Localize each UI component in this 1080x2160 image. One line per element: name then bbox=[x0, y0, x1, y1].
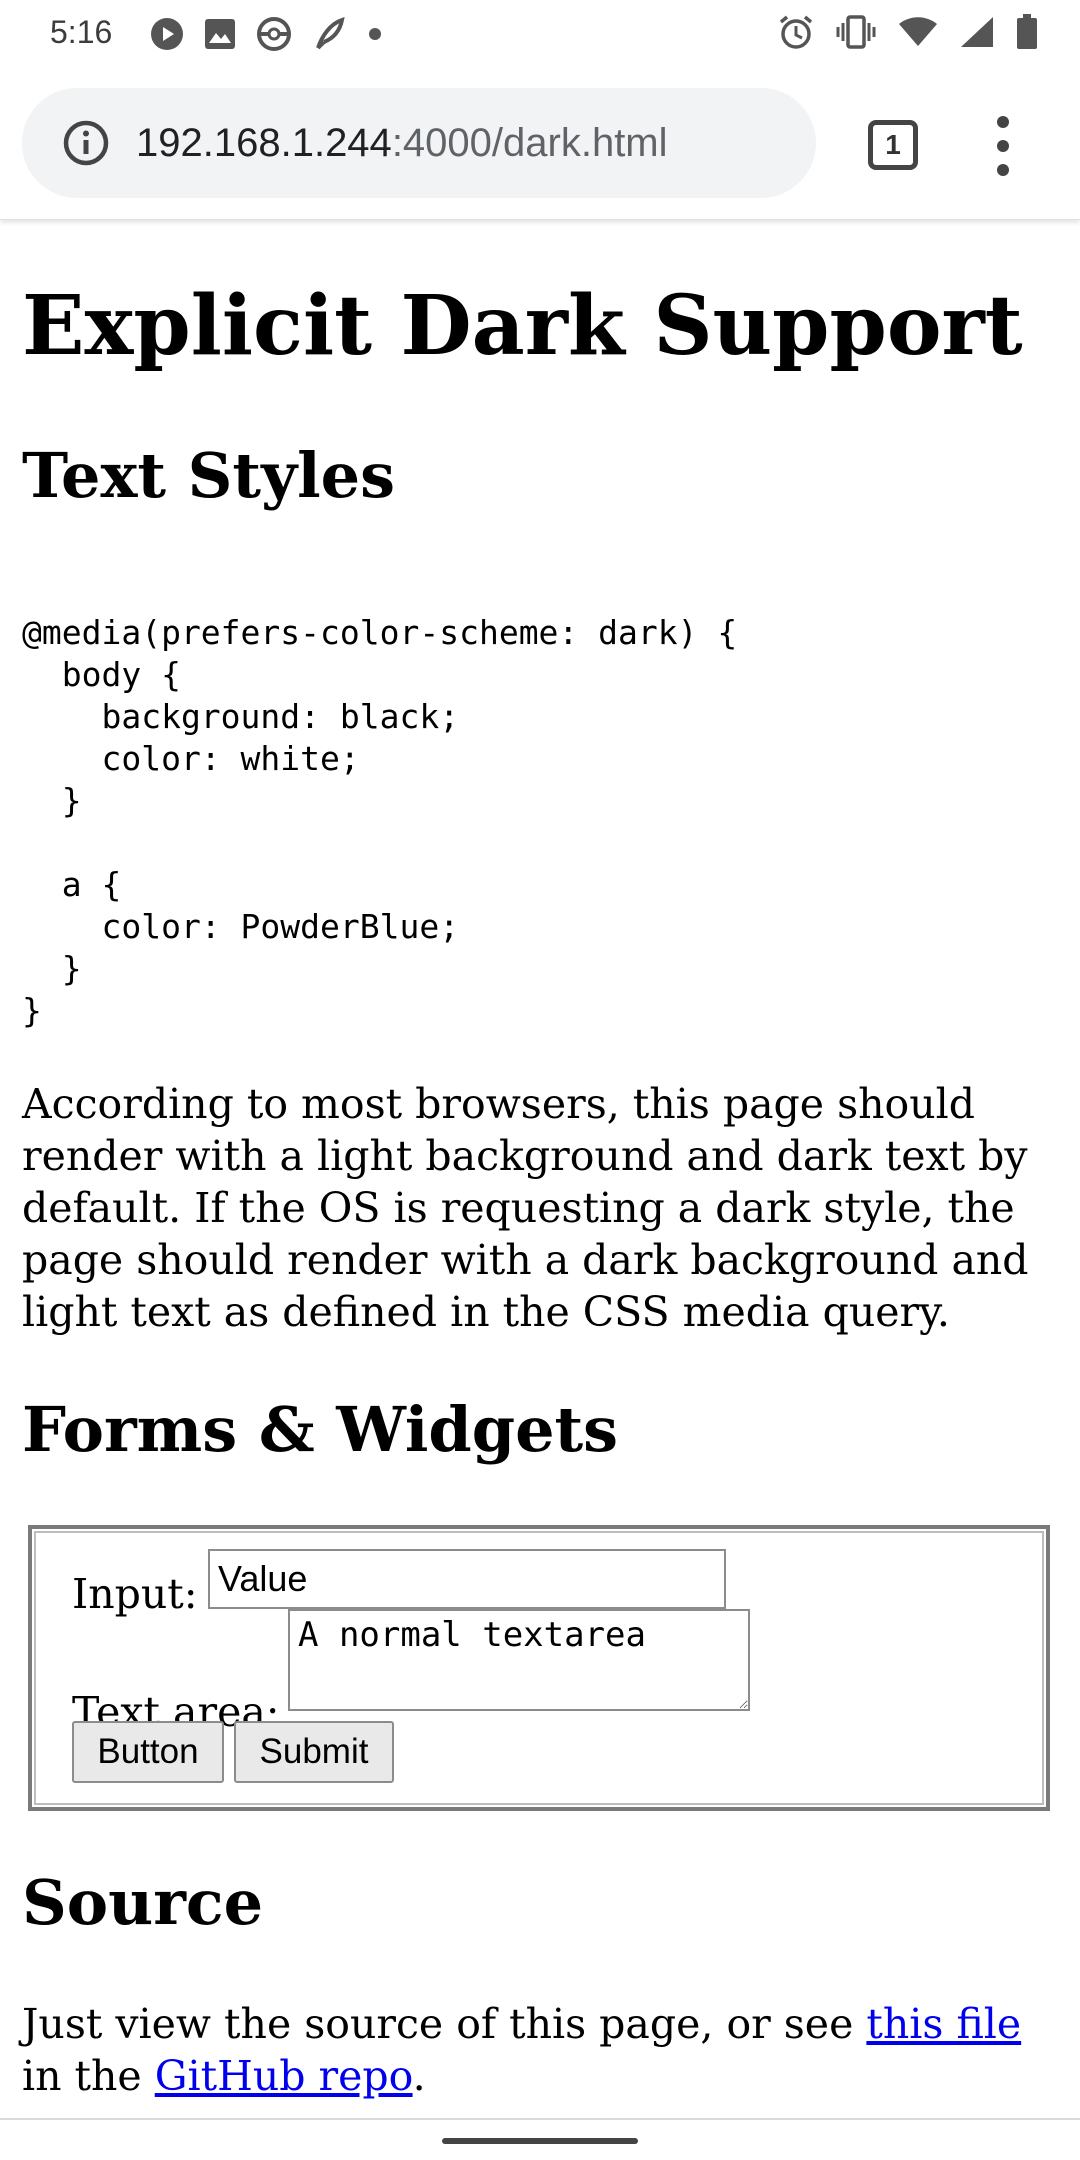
url-path: :4000/dark.html bbox=[391, 121, 668, 165]
dot-icon bbox=[369, 28, 381, 40]
description-paragraph: According to most browsers, this page sh… bbox=[22, 1080, 1029, 1336]
heading-source: Source bbox=[22, 1866, 264, 1939]
tab-switcher-button[interactable]: 1 bbox=[868, 120, 918, 170]
url-host: 192.168.1.244 bbox=[136, 121, 392, 165]
source-paragraph: Just view the source of this page, or se… bbox=[22, 1998, 1058, 2102]
input-label: Input: bbox=[72, 1570, 198, 1618]
status-time: 5:16 bbox=[50, 14, 113, 50]
alarm-icon bbox=[779, 15, 813, 49]
status-bar: 5:16 bbox=[0, 0, 1080, 66]
submit-button[interactable]: Submit bbox=[234, 1721, 394, 1783]
battery-icon bbox=[1017, 14, 1037, 49]
source-text-after: . bbox=[412, 2052, 426, 2100]
textarea-field[interactable]: A normal textarea bbox=[288, 1609, 750, 1711]
url-text[interactable]: 192.168.1.244:4000/dark.html bbox=[136, 116, 668, 170]
feather-icon bbox=[316, 17, 345, 50]
source-text-middle: in the bbox=[22, 2052, 155, 2100]
bottom-divider bbox=[0, 2118, 1080, 2120]
pokeball-icon bbox=[257, 17, 291, 51]
menu-more-icon[interactable] bbox=[990, 116, 1016, 176]
form-fieldset: Input: Text area: A normal textarea Butt… bbox=[28, 1525, 1050, 1811]
vibrate-icon bbox=[836, 15, 876, 49]
status-left-icons bbox=[150, 16, 382, 52]
browser-toolbar: 192.168.1.244:4000/dark.html 1 bbox=[0, 66, 1080, 220]
info-icon[interactable] bbox=[62, 119, 110, 167]
heading-forms-widgets: Forms & Widgets bbox=[22, 1393, 619, 1466]
github-repo-link[interactable]: GitHub repo bbox=[155, 2052, 413, 2100]
heading-text-styles: Text Styles bbox=[22, 439, 395, 512]
address-bar[interactable]: 192.168.1.244:4000/dark.html bbox=[22, 88, 816, 198]
image-icon bbox=[205, 19, 235, 49]
text-input[interactable] bbox=[208, 1549, 726, 1609]
wifi-icon bbox=[899, 17, 937, 46]
this-file-link[interactable]: this file bbox=[866, 2000, 1021, 2048]
home-gesture-pill[interactable] bbox=[442, 2138, 638, 2144]
button-button[interactable]: Button bbox=[72, 1721, 224, 1783]
signal-icon bbox=[961, 17, 993, 47]
play-circle-icon bbox=[151, 18, 183, 50]
page-title: Explicit Dark Support bbox=[22, 278, 1023, 374]
status-right-icons bbox=[778, 14, 1038, 50]
source-text-before: Just view the source of this page, or se… bbox=[22, 2000, 867, 2048]
css-code-block: @media(prefers-color-scheme: dark) { bod… bbox=[22, 613, 738, 1030]
